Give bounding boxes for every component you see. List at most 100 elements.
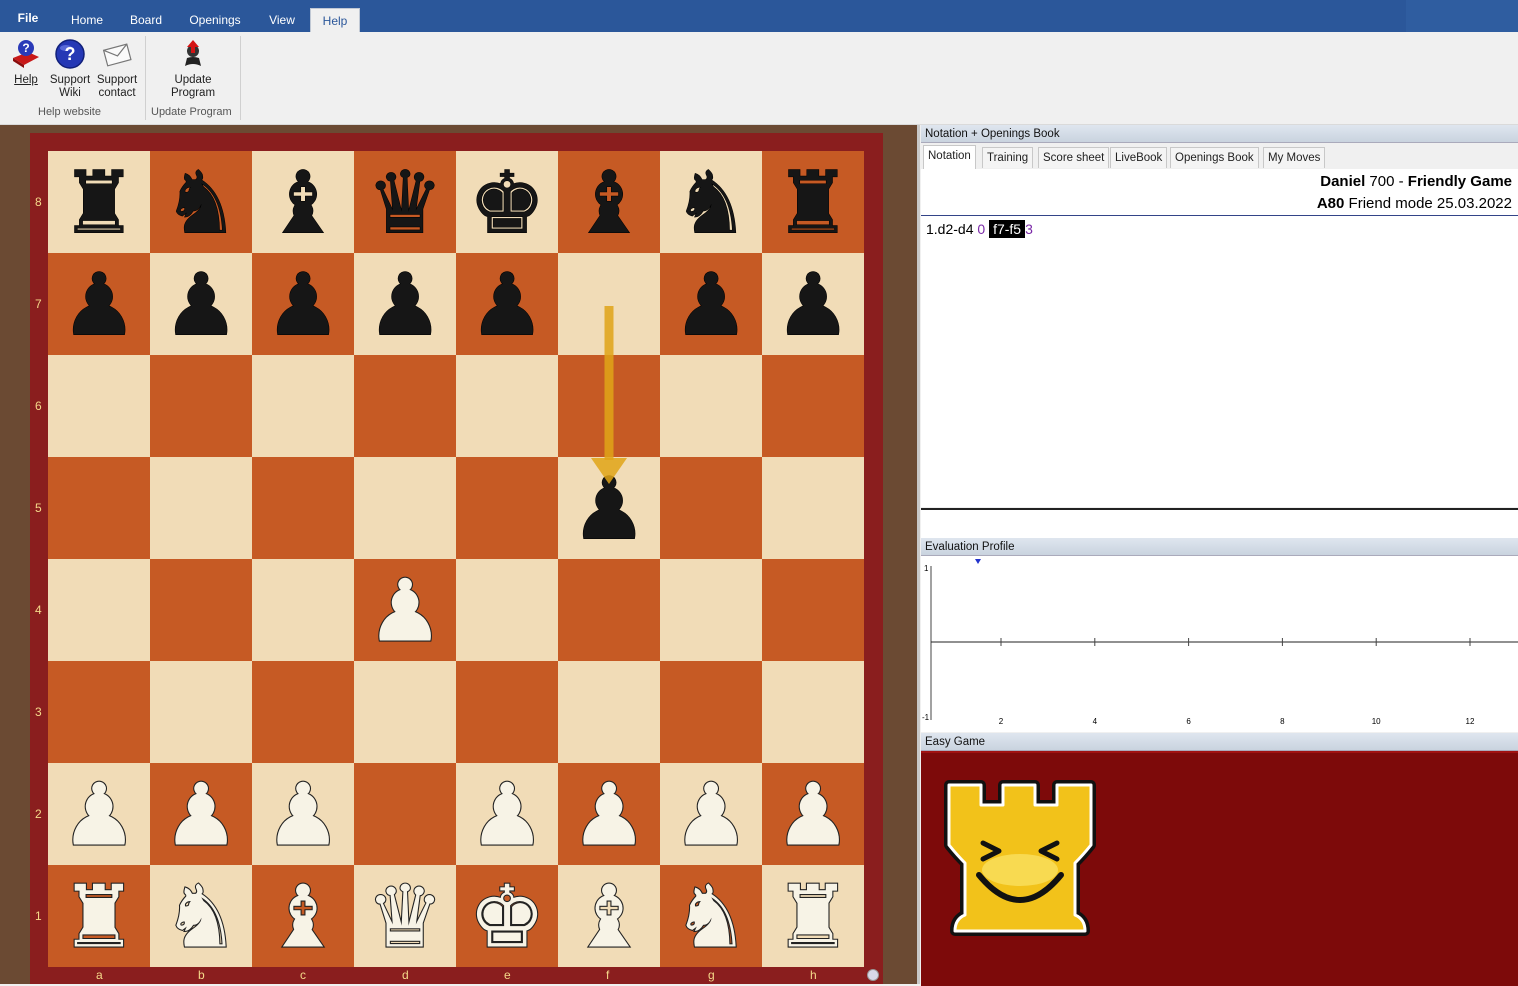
- evaluation-graph: 1 -1 2 4 6 8 10 12: [922, 559, 1518, 726]
- tab-openings-book[interactable]: Openings Book: [1170, 147, 1259, 168]
- square-b4[interactable]: [150, 559, 252, 661]
- chess-board[interactable]: ♜ ♞ ♝ ♛ ♚ ♝ ♞ ♜♟ ♟ ♟ ♟ ♟ ♟ ♟♟♟♟ ♟ ♟ ♟ ♟ ♟ ♟♜ ♞ ♝ ♛ ♚ ♝ ♞ ♜: [48, 151, 864, 967]
- square-a5[interactable]: [48, 457, 150, 559]
- white-rating: 700: [1369, 173, 1395, 190]
- square-a4[interactable]: [48, 559, 150, 661]
- eval-tick-label: 4: [1093, 717, 1098, 726]
- black-pawn-icon[interactable]: ♟: [774, 255, 852, 356]
- black-queen-icon[interactable]: ♛: [366, 153, 444, 254]
- notation-panel-title: Notation + Openings Book: [921, 125, 1518, 143]
- white-rook-icon[interactable]: ♜: [59, 866, 138, 967]
- square-a6[interactable]: [48, 355, 150, 457]
- board-options-dot[interactable]: [867, 969, 879, 981]
- white-bishop-icon[interactable]: ♝: [263, 866, 342, 967]
- easy-game-panel: [921, 751, 1518, 986]
- white-pawn-icon[interactable]: ♟: [467, 764, 546, 866]
- black-bishop-icon[interactable]: ♝: [264, 153, 342, 254]
- square-a3[interactable]: [48, 661, 150, 763]
- help-button[interactable]: ? Help: [6, 38, 46, 87]
- white-pawn-icon[interactable]: ♟: [773, 764, 852, 866]
- eval-tick-label: 12: [1466, 717, 1475, 726]
- square-e4[interactable]: [456, 559, 558, 661]
- square-d5[interactable]: [354, 457, 456, 559]
- tab-my-moves[interactable]: My Moves: [1263, 147, 1326, 168]
- black-pawn-icon[interactable]: ♟: [468, 255, 546, 356]
- square-e6[interactable]: [456, 355, 558, 457]
- black-pawn-icon[interactable]: ♟: [366, 255, 444, 356]
- white-pawn-icon[interactable]: ♟: [161, 764, 240, 866]
- square-g3[interactable]: [660, 661, 762, 763]
- square-e3[interactable]: [456, 661, 558, 763]
- game-players-line: Daniel 700 - Friendly Game: [1320, 173, 1512, 190]
- white-knight-icon[interactable]: ♞: [671, 866, 750, 967]
- black-pawn-icon[interactable]: ♟: [672, 255, 750, 356]
- square-e5[interactable]: [456, 457, 558, 559]
- square-b6[interactable]: [150, 355, 252, 457]
- white-bishop-icon[interactable]: ♝: [569, 866, 648, 967]
- notation-tab-strip: Notation Training Score sheet LiveBook O…: [921, 145, 1518, 169]
- square-f4[interactable]: [558, 559, 660, 661]
- tab-home[interactable]: Home: [62, 8, 112, 32]
- black-king-icon[interactable]: ♚: [468, 153, 546, 254]
- file-menu[interactable]: File: [10, 6, 46, 30]
- black-pawn-icon[interactable]: ♟: [162, 255, 240, 356]
- tab-training[interactable]: Training: [982, 147, 1034, 168]
- tab-board[interactable]: Board: [122, 8, 170, 32]
- square-c3[interactable]: [252, 661, 354, 763]
- notation-entry-area[interactable]: [921, 508, 1518, 538]
- white-pawn-icon[interactable]: ♟: [671, 764, 750, 866]
- rank-label: 2: [35, 807, 42, 821]
- support-wiki-label-1: Support: [49, 74, 91, 86]
- square-d2[interactable]: [354, 763, 456, 865]
- square-c6[interactable]: [252, 355, 354, 457]
- game-header: Daniel 700 - Friendly Game A80 Friend mo…: [921, 169, 1518, 216]
- square-f3[interactable]: [558, 661, 660, 763]
- tab-help[interactable]: Help: [310, 8, 360, 32]
- tab-notation[interactable]: Notation: [923, 145, 976, 169]
- white-queen-icon[interactable]: ♛: [365, 866, 444, 967]
- move-list: 1.d2-d4 0 f7-f5 3: [926, 220, 1033, 238]
- square-h6[interactable]: [762, 355, 864, 457]
- update-program-button[interactable]: Update Program: [168, 38, 218, 100]
- square-d3[interactable]: [354, 661, 456, 763]
- square-g4[interactable]: [660, 559, 762, 661]
- support-wiki-button[interactable]: ? Support Wiki: [48, 38, 92, 100]
- panel-splitter[interactable]: [917, 125, 920, 984]
- file-label: a: [96, 968, 103, 982]
- white-rook-icon[interactable]: ♜: [773, 866, 852, 967]
- current-move[interactable]: f7-f5: [989, 220, 1026, 238]
- support-contact-button[interactable]: Support contact: [94, 38, 140, 100]
- square-c4[interactable]: [252, 559, 354, 661]
- black-pawn-icon[interactable]: ♟: [264, 255, 342, 356]
- black-rook-icon[interactable]: ♜: [774, 153, 852, 254]
- tab-score-sheet[interactable]: Score sheet: [1038, 147, 1110, 168]
- tab-openings[interactable]: Openings: [182, 8, 248, 32]
- square-b5[interactable]: [150, 457, 252, 559]
- white-king-icon[interactable]: ♚: [467, 866, 546, 967]
- evaluation-profile[interactable]: 1 -1 2 4 6 8 10 12: [921, 556, 1518, 732]
- square-c5[interactable]: [252, 457, 354, 559]
- tab-livebook[interactable]: LiveBook: [1110, 147, 1168, 168]
- square-h5[interactable]: [762, 457, 864, 559]
- black-rook-icon[interactable]: ♜: [60, 153, 138, 254]
- square-g6[interactable]: [660, 355, 762, 457]
- tab-view[interactable]: View: [258, 8, 306, 32]
- square-d6[interactable]: [354, 355, 456, 457]
- black-bishop-icon[interactable]: ♝: [570, 153, 648, 254]
- square-h3[interactable]: [762, 661, 864, 763]
- move-item[interactable]: 1.d2-d4: [926, 221, 973, 237]
- white-pawn-icon[interactable]: ♟: [569, 764, 648, 866]
- black-knight-icon[interactable]: ♞: [162, 153, 240, 254]
- square-h4[interactable]: [762, 559, 864, 661]
- white-pawn-icon[interactable]: ♟: [263, 764, 342, 866]
- file-label: f: [606, 968, 610, 982]
- black-pawn-icon[interactable]: ♟: [60, 255, 138, 356]
- square-g5[interactable]: [660, 457, 762, 559]
- square-b3[interactable]: [150, 661, 252, 763]
- white-knight-icon[interactable]: ♞: [161, 866, 240, 967]
- white-pawn-icon[interactable]: ♟: [365, 560, 444, 662]
- rank-label: 4: [35, 603, 42, 617]
- white-pawn-icon[interactable]: ♟: [59, 764, 138, 866]
- notation-body[interactable]: Daniel 700 - Friendly Game A80 Friend mo…: [921, 169, 1518, 507]
- black-knight-icon[interactable]: ♞: [672, 153, 750, 254]
